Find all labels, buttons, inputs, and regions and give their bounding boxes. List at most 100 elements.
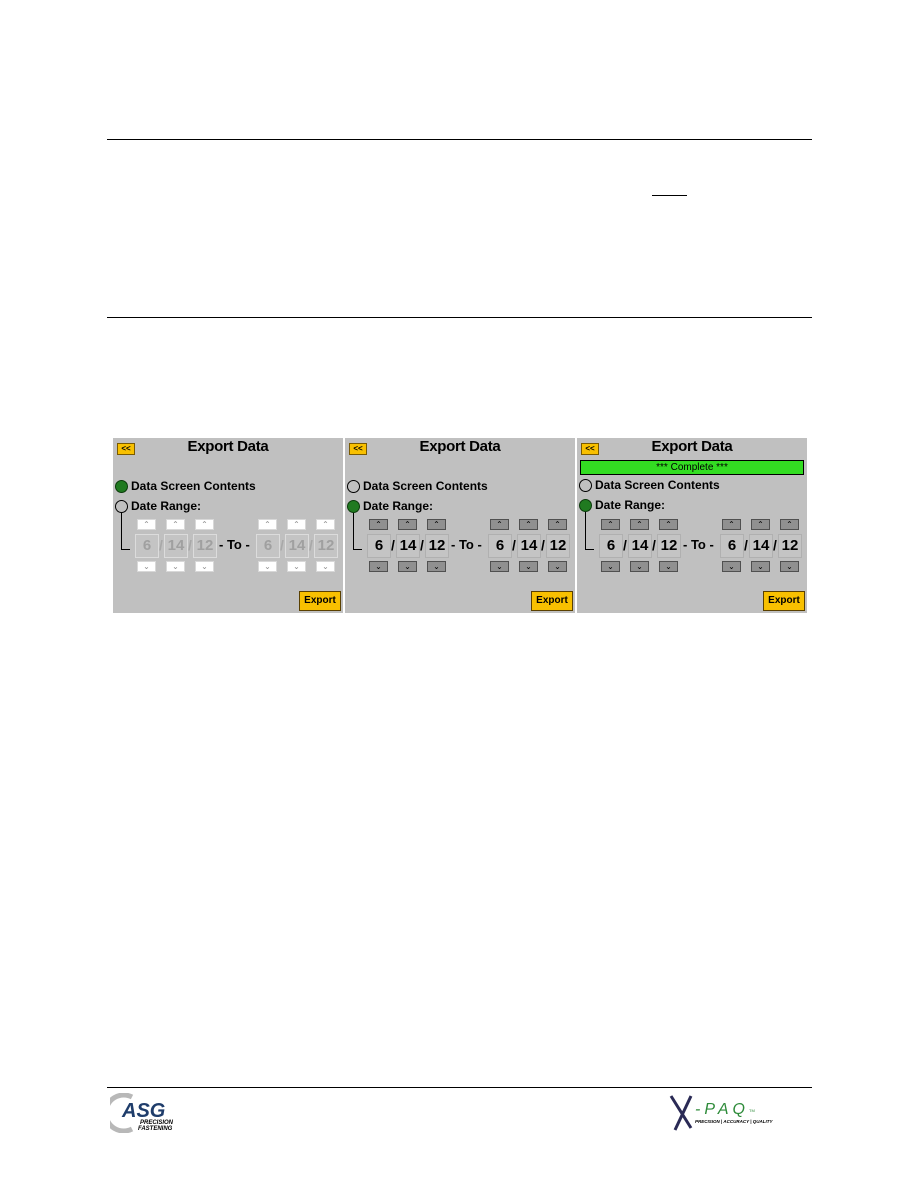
- to-day-down-button[interactable]: ⌄: [287, 561, 306, 572]
- to-month-field[interactable]: 6: [256, 534, 280, 558]
- from-day-field[interactable]: 14: [164, 534, 188, 558]
- underlined-text-mark: [652, 195, 687, 196]
- from-year-down-button[interactable]: ⌄: [659, 561, 678, 572]
- to-month-up-button[interactable]: ⌃: [490, 519, 509, 530]
- date-separator: /: [420, 537, 424, 553]
- asg-logo-name: ASG: [121, 1100, 165, 1122]
- to-month-field[interactable]: 6: [488, 534, 512, 558]
- svg-text:-PAQ: -PAQ: [695, 1101, 749, 1118]
- to-day-up-button[interactable]: ⌃: [519, 519, 538, 530]
- export-data-panel: << Export Data Data Screen Contents Date Ra…: [345, 438, 575, 613]
- to-day-down-button[interactable]: ⌄: [519, 561, 538, 572]
- date-separator: /: [541, 537, 545, 553]
- asg-logo: ASG PRECISION FASTENING: [103, 1092, 190, 1134]
- from-year-up-button[interactable]: ⌃: [427, 519, 446, 530]
- date-separator: /: [652, 537, 656, 553]
- to-day-up-button[interactable]: ⌃: [287, 519, 306, 530]
- from-month-down-button[interactable]: ⌄: [601, 561, 620, 572]
- date-separator: /: [280, 537, 284, 553]
- radio-label: Date Range:: [363, 499, 434, 513]
- xpaq-tm: TM: [749, 1108, 755, 1113]
- to-day-field[interactable]: 14: [749, 534, 773, 558]
- to-month-down-button[interactable]: ⌄: [490, 561, 509, 572]
- to-day-up-button[interactable]: ⌃: [751, 519, 770, 530]
- from-month-field[interactable]: 6: [135, 534, 159, 558]
- radio-date-range[interactable]: [115, 500, 128, 513]
- from-month-field[interactable]: 6: [599, 534, 623, 558]
- export-button[interactable]: Export: [299, 591, 341, 611]
- from-day-up-button[interactable]: ⌃: [166, 519, 185, 530]
- panel-title: Export Data: [187, 438, 269, 455]
- from-day-field[interactable]: 14: [628, 534, 652, 558]
- radio-data-screen-contents[interactable]: [115, 480, 128, 493]
- to-day-field[interactable]: 14: [285, 534, 309, 558]
- footer-rule: [107, 1087, 812, 1088]
- export-data-panel: << Export Data Data Screen Contents Date Ra…: [113, 438, 343, 613]
- to-year-field[interactable]: 12: [778, 534, 802, 558]
- export-button[interactable]: Export: [531, 591, 573, 611]
- radio-data-screen-contents[interactable]: [347, 480, 360, 493]
- xpaq-tagline: PRECISION | ACCURACY | QUALITY: [695, 1119, 774, 1124]
- from-month-down-button[interactable]: ⌄: [369, 561, 388, 572]
- to-label: - To -: [683, 537, 714, 552]
- header-rule-top: [107, 139, 812, 140]
- from-month-up-button[interactable]: ⌃: [137, 519, 156, 530]
- to-year-down-button[interactable]: ⌄: [780, 561, 799, 572]
- to-day-field[interactable]: 14: [517, 534, 541, 558]
- from-month-up-button[interactable]: ⌃: [369, 519, 388, 530]
- from-year-up-button[interactable]: ⌃: [195, 519, 214, 530]
- from-year-field[interactable]: 12: [657, 534, 681, 558]
- to-year-up-button[interactable]: ⌃: [780, 519, 799, 530]
- export-button[interactable]: Export: [763, 591, 805, 611]
- to-month-down-button[interactable]: ⌄: [258, 561, 277, 572]
- to-month-up-button[interactable]: ⌃: [722, 519, 741, 530]
- from-day-down-button[interactable]: ⌄: [630, 561, 649, 572]
- radio-label: Data Screen Contents: [595, 478, 720, 492]
- radio-date-range[interactable]: [579, 499, 592, 512]
- date-separator: /: [159, 537, 163, 553]
- from-year-field[interactable]: 12: [193, 534, 217, 558]
- from-year-field[interactable]: 12: [425, 534, 449, 558]
- from-day-up-button[interactable]: ⌃: [630, 519, 649, 530]
- date-separator: /: [309, 537, 313, 553]
- from-day-field[interactable]: 14: [396, 534, 420, 558]
- date-separator: /: [623, 537, 627, 553]
- from-month-field[interactable]: 6: [367, 534, 391, 558]
- date-range-bracket: [121, 513, 130, 550]
- to-year-up-button[interactable]: ⌃: [316, 519, 335, 530]
- from-year-down-button[interactable]: ⌄: [195, 561, 214, 572]
- panel-title: Export Data: [419, 438, 501, 455]
- radio-date-range[interactable]: [347, 500, 360, 513]
- date-separator: /: [391, 537, 395, 553]
- to-year-field[interactable]: 12: [546, 534, 570, 558]
- from-day-down-button[interactable]: ⌄: [398, 561, 417, 572]
- to-year-up-button[interactable]: ⌃: [548, 519, 567, 530]
- from-year-down-button[interactable]: ⌄: [427, 561, 446, 572]
- to-label: - To -: [219, 537, 250, 552]
- to-month-up-button[interactable]: ⌃: [258, 519, 277, 530]
- from-day-up-button[interactable]: ⌃: [398, 519, 417, 530]
- from-month-up-button[interactable]: ⌃: [601, 519, 620, 530]
- date-separator: /: [744, 537, 748, 553]
- date-separator: /: [773, 537, 777, 553]
- to-day-down-button[interactable]: ⌄: [751, 561, 770, 572]
- to-month-field[interactable]: 6: [720, 534, 744, 558]
- header-rule-bottom: [107, 317, 812, 318]
- from-year-up-button[interactable]: ⌃: [659, 519, 678, 530]
- from-day-down-button[interactable]: ⌄: [166, 561, 185, 572]
- radio-label: Date Range:: [131, 499, 202, 513]
- status-banner: *** Complete ***: [580, 460, 804, 475]
- to-label: - To -: [451, 537, 482, 552]
- asg-logo-line2: FASTENING: [138, 1126, 173, 1132]
- radio-label: Data Screen Contents: [131, 479, 256, 493]
- radio-data-screen-contents[interactable]: [579, 479, 592, 492]
- to-year-down-button[interactable]: ⌄: [548, 561, 567, 572]
- date-range-bracket: [353, 513, 362, 550]
- date-range-bracket: [585, 512, 594, 550]
- to-year-field[interactable]: 12: [314, 534, 338, 558]
- date-separator: /: [512, 537, 516, 553]
- from-month-down-button[interactable]: ⌄: [137, 561, 156, 572]
- to-year-down-button[interactable]: ⌄: [316, 561, 335, 572]
- to-month-down-button[interactable]: ⌄: [722, 561, 741, 572]
- panel-title: Export Data: [651, 438, 733, 455]
